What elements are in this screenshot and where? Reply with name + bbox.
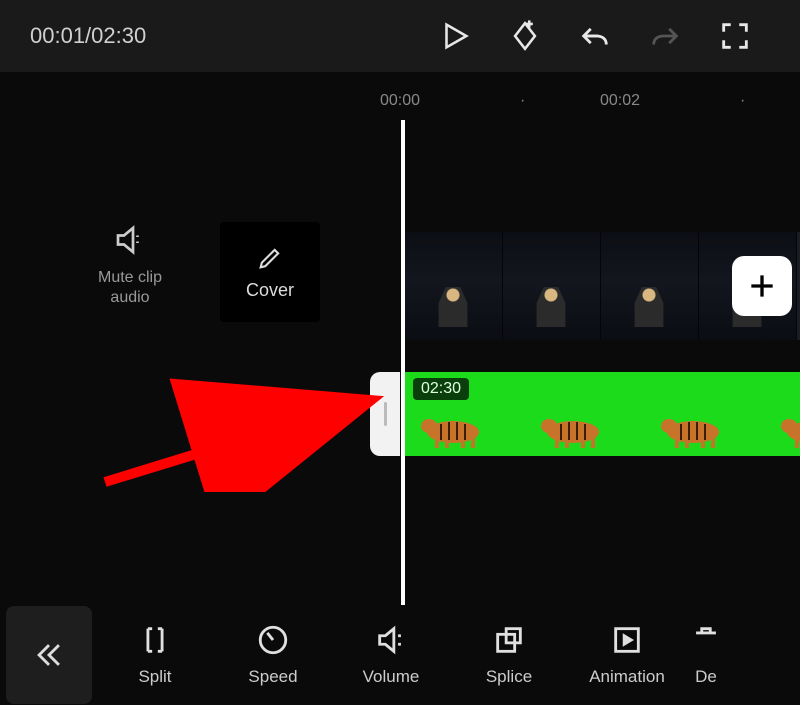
cover-button[interactable]: Cover xyxy=(220,222,320,322)
overlay-track[interactable]: 02:30 xyxy=(405,372,800,456)
video-frame xyxy=(503,232,601,340)
chevron-double-left-icon xyxy=(32,638,66,672)
clip-thumbnail xyxy=(775,402,800,450)
playhead[interactable] xyxy=(401,120,405,605)
cover-label: Cover xyxy=(246,280,294,301)
time-ruler[interactable]: 00:00 · 00:02 · xyxy=(0,92,800,112)
clip-trim-handle[interactable] xyxy=(370,372,400,456)
left-controls: Mute clip audio Cover xyxy=(80,222,320,322)
fullscreen-icon xyxy=(718,19,752,53)
speed-icon xyxy=(256,623,290,657)
plus-icon xyxy=(746,270,778,302)
keyframe-icon xyxy=(508,19,542,53)
undo-icon xyxy=(578,19,612,53)
pencil-icon xyxy=(256,244,284,272)
undo-button[interactable] xyxy=(560,11,630,61)
animation-icon xyxy=(610,623,644,657)
volume-icon xyxy=(374,623,408,657)
clip-thumbnail xyxy=(655,402,735,450)
video-frame xyxy=(601,232,699,340)
mute-label: Mute clip audio xyxy=(80,268,180,308)
animation-tool[interactable]: Animation xyxy=(568,623,686,687)
volume-tool[interactable]: Volume xyxy=(332,623,450,687)
speaker-icon xyxy=(112,222,148,258)
play-button[interactable] xyxy=(420,11,490,61)
clip-thumbnail xyxy=(415,402,495,450)
play-icon xyxy=(438,19,472,53)
annotation-arrow xyxy=(95,372,395,492)
add-clip-button[interactable] xyxy=(732,256,792,316)
fullscreen-button[interactable] xyxy=(700,11,770,61)
redo-button[interactable] xyxy=(630,11,700,61)
split-icon xyxy=(138,623,172,657)
clip-thumbnail xyxy=(535,402,615,450)
split-tool[interactable]: Split xyxy=(96,623,214,687)
delete-tool-partial[interactable]: De xyxy=(686,623,726,687)
video-frame xyxy=(405,232,503,340)
bottom-toolbar: Split Speed Volume Splice Animation De xyxy=(0,605,800,705)
splice-tool[interactable]: Splice xyxy=(450,623,568,687)
back-button[interactable] xyxy=(6,606,92,704)
tool-label: Split xyxy=(138,667,171,687)
tool-label: Animation xyxy=(589,667,665,687)
ruler-dot: · xyxy=(740,92,745,110)
ruler-dot: · xyxy=(520,92,525,110)
splice-icon xyxy=(492,623,526,657)
tool-label: Splice xyxy=(486,667,532,687)
clip-duration-badge: 02:30 xyxy=(413,378,469,400)
top-bar: 00:01/02:30 xyxy=(0,0,800,72)
timeline-workspace: 00:00 · 00:02 · Mute clip audio Cover xyxy=(0,72,800,605)
tool-label: Speed xyxy=(248,667,297,687)
ruler-tick: 00:00 xyxy=(380,92,420,110)
redo-icon xyxy=(648,19,682,53)
mute-clip-audio-button[interactable]: Mute clip audio xyxy=(80,222,180,308)
tool-label: Volume xyxy=(363,667,420,687)
keyframe-button[interactable] xyxy=(490,11,560,61)
speed-tool[interactable]: Speed xyxy=(214,623,332,687)
playback-time: 00:01/02:30 xyxy=(30,23,146,49)
trash-icon xyxy=(689,623,723,657)
tool-label: De xyxy=(695,667,717,687)
ruler-tick: 00:02 xyxy=(600,92,640,110)
